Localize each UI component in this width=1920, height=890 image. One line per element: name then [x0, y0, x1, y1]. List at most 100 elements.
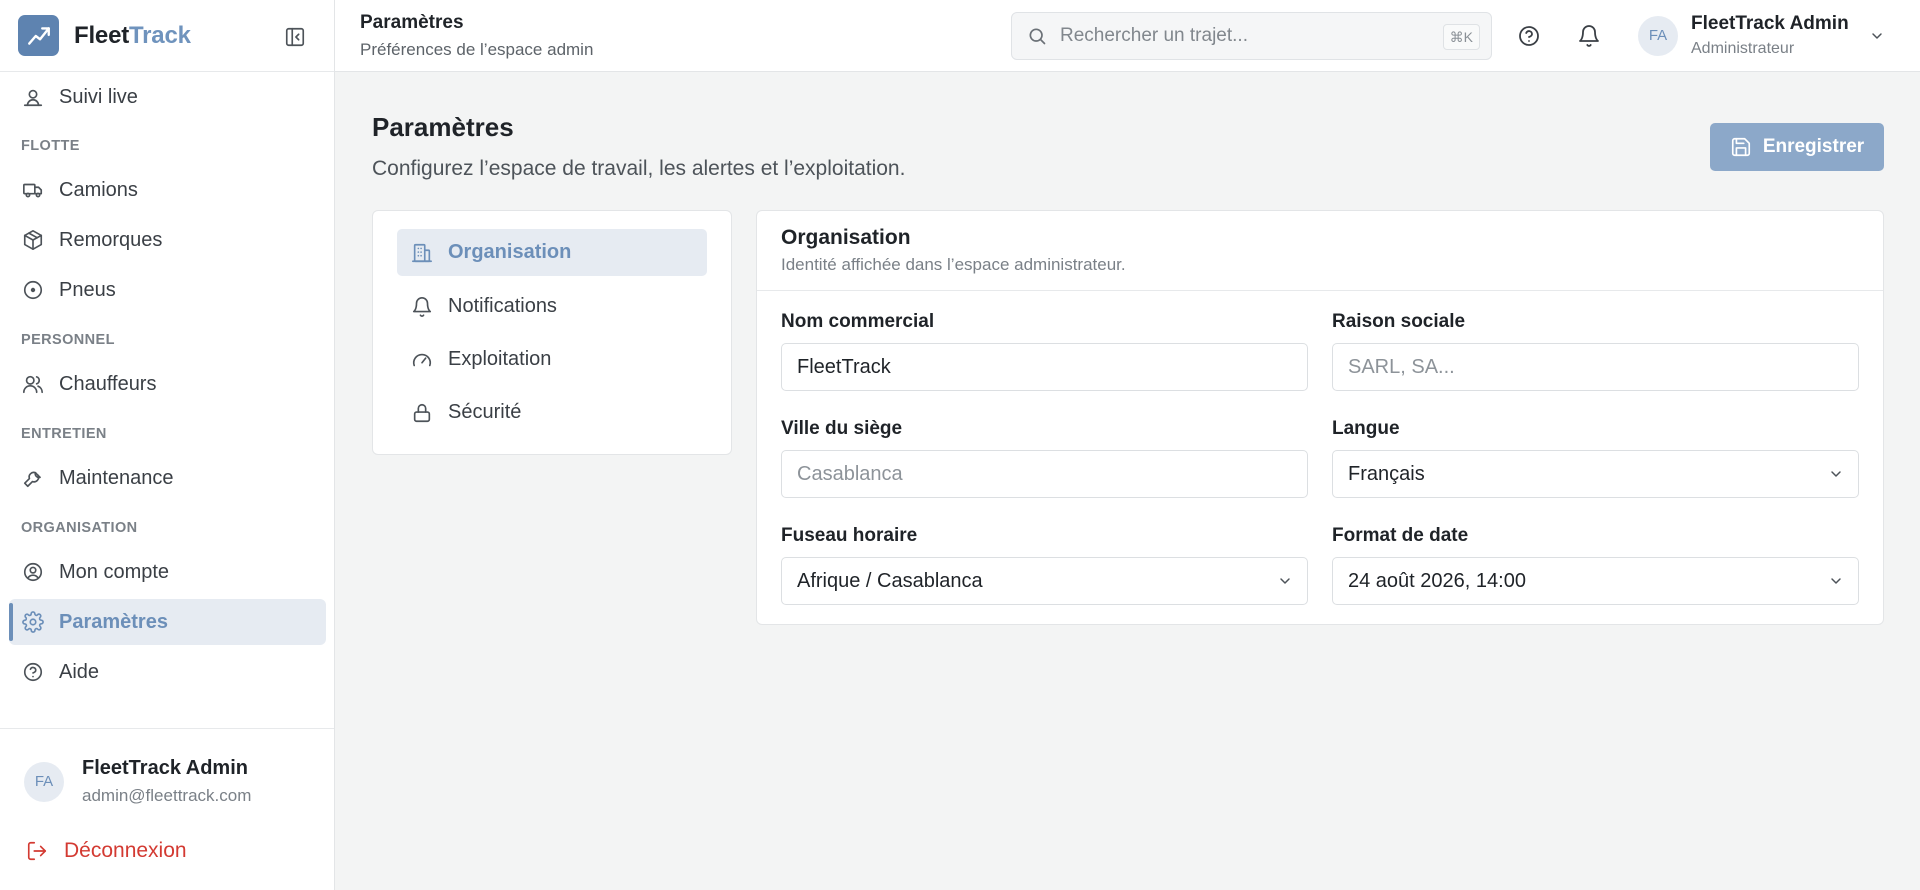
page-subtitle: Configurez l’espace de travail, les aler… [372, 157, 906, 180]
tab-securite[interactable]: Sécurité [397, 389, 707, 436]
sidebar-item-parametres[interactable]: Paramètres [9, 599, 326, 645]
field-value: FleetTrack [797, 355, 891, 378]
sidebar-item-label: Maintenance [59, 466, 174, 489]
search-input[interactable]: Rechercher un trajet... ⌘K [1011, 12, 1492, 60]
package-icon [21, 228, 45, 252]
user-name: FleetTrack Admin [82, 757, 248, 779]
field-placeholder: SARL, SA... [1348, 355, 1455, 378]
field-value: 24 août 2026, 14:00 [1348, 569, 1526, 592]
user-email: admin@fleettrack.com [82, 786, 252, 805]
format-date-select[interactable]: 24 août 2026, 14:00 [1332, 557, 1859, 605]
users-icon [21, 372, 45, 396]
save-label: Enregistrer [1762, 136, 1865, 157]
sidebar-item-camions[interactable]: Camions [9, 167, 326, 213]
format-date-label: Format de date [1332, 525, 1469, 546]
sidebar-item-aide[interactable]: Aide [9, 649, 326, 695]
save-icon [1730, 136, 1752, 158]
bell-icon [410, 295, 434, 319]
header-user-role: Administrateur [1691, 40, 1795, 57]
sidebar-item-label: Remorques [59, 228, 163, 251]
sidebar-item-label: Aide [59, 660, 100, 683]
field-value: Afrique / Casablanca [797, 569, 983, 592]
logout-button[interactable]: Déconnexion [26, 839, 187, 863]
tab-organisation[interactable]: Organisation [397, 229, 707, 276]
ville-siege-field[interactable]: Casablanca [781, 450, 1308, 498]
map-pin-user-icon [21, 85, 45, 109]
lock-icon [410, 401, 434, 425]
langue-label: Langue [1332, 418, 1400, 439]
sidebar-section-flotte: FLOTTE [21, 138, 80, 154]
sidebar-section-organisation: ORGANISATION [21, 520, 138, 536]
sidebar-item-maintenance[interactable]: Maintenance [9, 455, 326, 501]
tab-label: Notifications [448, 295, 557, 317]
help-icon[interactable] [1515, 22, 1543, 50]
bell-icon[interactable] [1575, 22, 1603, 50]
wrench-icon [21, 466, 45, 490]
search-placeholder: Rechercher un trajet... [1060, 25, 1248, 46]
circle-dot-icon [21, 278, 45, 302]
avatar: FA [24, 761, 64, 802]
form-header: Organisation Identité affichée dans l’es… [757, 211, 1883, 291]
sidebar-item-label: Paramètres [59, 610, 168, 633]
tab-label: Organisation [448, 241, 572, 263]
building-icon [410, 241, 434, 265]
form-subtitle: Identité affichée dans l’espace administ… [781, 255, 1126, 274]
chevron-down-icon [1828, 466, 1844, 482]
gear-icon [21, 610, 45, 634]
sidebar-item-label: Chauffeurs [59, 372, 157, 395]
sidebar-item-label: Suivi live [59, 85, 138, 108]
sidebar-item-label: Pneus [59, 278, 116, 301]
settings-menu: Organisation Notifications Exploitation … [372, 210, 732, 455]
sidebar-item-pneus[interactable]: Pneus [9, 267, 326, 313]
top-header: Paramètres Préférences de l’espace admin… [335, 0, 1920, 72]
raison-sociale-label: Raison sociale [1332, 311, 1466, 332]
chevron-down-icon [1828, 573, 1844, 589]
trend-logo-icon [18, 15, 59, 56]
gauge-icon [410, 348, 434, 372]
brand-name: FleetTrack [74, 21, 191, 49]
sidebar-item-label: Mon compte [59, 560, 170, 583]
header-user-menu[interactable]: FA FleetTrack Admin Administrateur [1638, 13, 1885, 58]
nom-commercial-label: Nom commercial [781, 311, 935, 332]
header-title: Paramètres [360, 12, 464, 33]
tab-label: Sécurité [448, 401, 522, 423]
langue-select[interactable]: Français [1332, 450, 1859, 498]
chevron-down-icon [1277, 573, 1293, 589]
page-title: Paramètres [372, 112, 514, 142]
avatar: FA [1638, 15, 1678, 56]
search-shortcut: ⌘K [1442, 24, 1480, 50]
header-subtitle: Préférences de l’espace admin [360, 40, 594, 59]
organisation-form: Organisation Identité affichée dans l’es… [756, 210, 1884, 625]
form-title: Organisation [781, 226, 911, 249]
search-icon [1027, 26, 1047, 46]
fuseau-horaire-label: Fuseau horaire [781, 525, 918, 546]
sidebar-item-suivi-live[interactable]: Suivi live [9, 74, 326, 120]
save-button[interactable]: Enregistrer [1710, 123, 1884, 171]
help-circle-icon [21, 660, 45, 684]
raison-sociale-field[interactable]: SARL, SA... [1332, 343, 1859, 391]
ville-siege-label: Ville du siège [781, 418, 903, 439]
sidebar-user[interactable]: FA FleetTrack Admin admin@fleettrack.com [24, 757, 251, 806]
truck-icon [21, 178, 45, 202]
sidebar-item-remorques[interactable]: Remorques [9, 217, 326, 263]
nom-commercial-field[interactable]: FleetTrack [781, 343, 1308, 391]
field-value: Français [1348, 462, 1425, 485]
logout-label: Déconnexion [64, 839, 187, 862]
field-placeholder: Casablanca [797, 462, 903, 485]
logout-icon [26, 840, 48, 862]
collapse-sidebar-icon[interactable] [282, 24, 308, 50]
sidebar-item-label: Camions [59, 178, 138, 201]
tab-exploitation[interactable]: Exploitation [397, 336, 707, 383]
sidebar-section-entretien: ENTRETIEN [21, 426, 107, 442]
sidebar-section-personnel: PERSONNEL [21, 332, 115, 348]
user-circle-icon [21, 560, 45, 584]
sidebar-item-chauffeurs[interactable]: Chauffeurs [9, 361, 326, 407]
sidebar-item-mon-compte[interactable]: Mon compte [9, 549, 326, 595]
sidebar-footer: FA FleetTrack Admin admin@fleettrack.com… [0, 728, 334, 890]
header-user-name: FleetTrack Admin [1691, 13, 1849, 34]
tab-notifications[interactable]: Notifications [397, 283, 707, 330]
fuseau-horaire-select[interactable]: Afrique / Casablanca [781, 557, 1308, 605]
sidebar: FleetTrack Suivi live FLOTTE Camions Rem… [0, 0, 335, 890]
chevron-down-icon [1869, 28, 1885, 44]
tab-label: Exploitation [448, 348, 552, 370]
